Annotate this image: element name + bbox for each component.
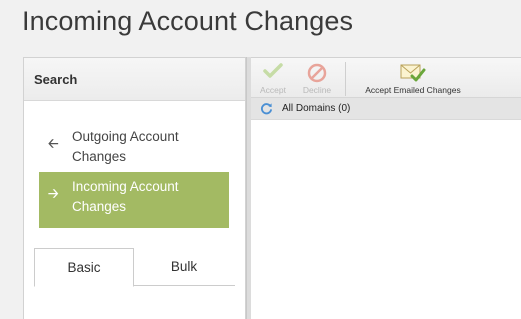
search-tabs: Basic Bulk bbox=[34, 248, 235, 287]
checkmark-icon bbox=[263, 63, 283, 78]
tab-bulk[interactable]: Bulk bbox=[134, 248, 234, 286]
search-panel: Search 🡠 Outgoing Account Changes 🡢 Inco… bbox=[23, 57, 246, 319]
changes-panel: Accept Decline Accept Emailed Changes Al… bbox=[251, 57, 521, 319]
tab-basic[interactable]: Basic bbox=[34, 248, 134, 287]
decline-icon bbox=[307, 63, 327, 83]
sidebar-item-incoming-account-changes[interactable]: 🡢 Incoming Account Changes bbox=[39, 172, 229, 228]
sidebar-item-label: Outgoing Account Changes bbox=[72, 129, 179, 164]
toolbar: Accept Decline Accept Emailed Changes bbox=[251, 58, 521, 98]
page-title: Incoming Account Changes bbox=[22, 6, 354, 36]
tree-row-all-domains[interactable]: All Domains (0) bbox=[251, 98, 521, 120]
sidebar-item-label: Incoming Account Changes bbox=[72, 179, 179, 214]
tree-label: All Domains (0) bbox=[282, 103, 351, 114]
toolbar-separator bbox=[345, 62, 346, 96]
arrow-left-icon: 🡠 bbox=[48, 136, 59, 151]
refresh-icon[interactable] bbox=[260, 102, 273, 115]
decline-button[interactable]: Decline bbox=[297, 58, 337, 98]
email-check-icon bbox=[400, 64, 426, 82]
arrow-right-icon: 🡢 bbox=[48, 186, 59, 201]
accept-button[interactable]: Accept bbox=[253, 58, 293, 98]
search-panel-header: Search bbox=[24, 58, 245, 101]
sidebar-item-outgoing-account-changes[interactable]: 🡠 Outgoing Account Changes bbox=[39, 122, 229, 178]
accept-emailed-changes-button[interactable]: Accept Emailed Changes bbox=[353, 58, 473, 98]
